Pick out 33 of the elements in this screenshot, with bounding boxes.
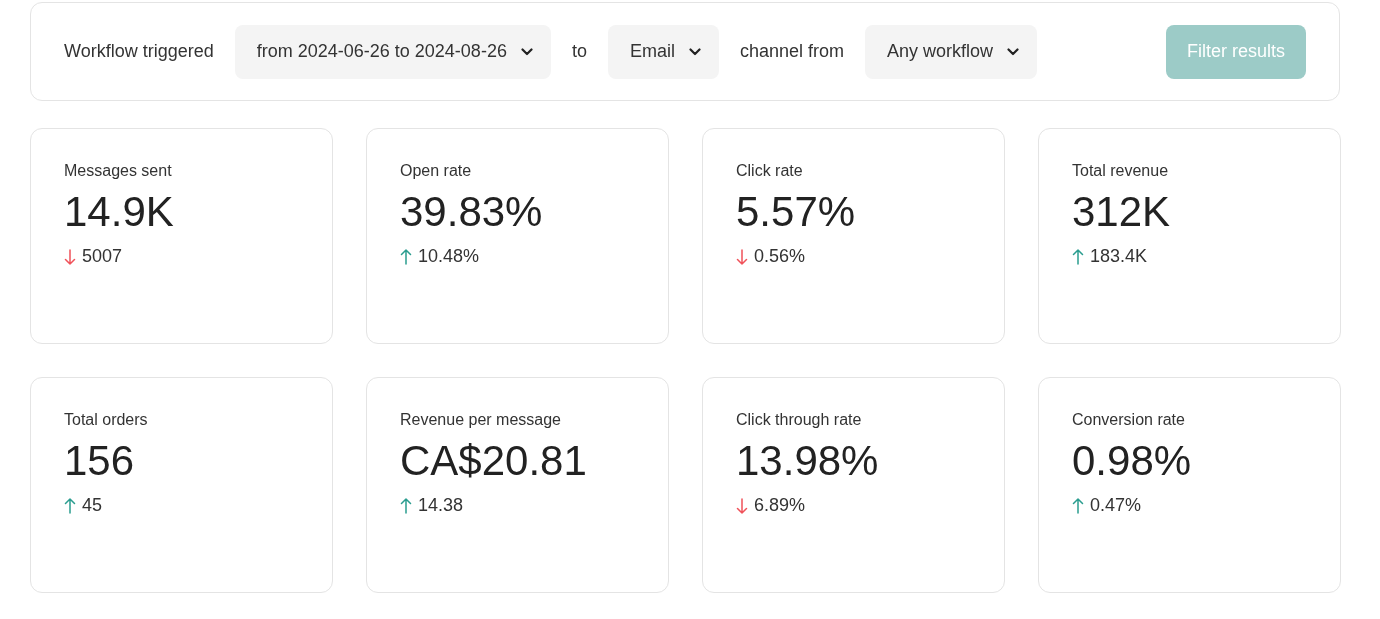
metric-change: 183.4K [1090,245,1148,268]
metric-change: 45 [82,494,103,517]
metric-value: 5.57% [736,187,856,237]
metric-label: Click rate [736,161,803,181]
chevron-down-icon [520,47,533,56]
metric-value: 312K [1072,187,1171,237]
metric-label: Revenue per message [400,410,561,430]
metric-value: CA$20.81 [400,436,587,486]
metric-change: 10.48% [418,245,480,268]
dropdown[interactable]: Any workflow [865,24,1038,79]
metric-change: 14.38 [418,494,464,517]
metric-value: 14.9K [64,187,174,237]
metric-label: Total orders [64,410,148,430]
chevron-down-icon [688,47,701,56]
filter-label: channel from [739,40,844,63]
dropdown[interactable]: Email [607,24,719,79]
metric-change: 0.56% [754,245,806,268]
metric-value: 13.98% [736,436,879,486]
filter-label: Workflow triggered [64,40,214,63]
metric-label: Total revenue [1072,161,1169,181]
metric-label: Open rate [400,161,472,181]
metric-change: 6.89% [754,494,806,517]
metric-label: Conversion rate [1072,410,1185,430]
metric-change: 5007 [82,245,123,268]
dropdown[interactable]: from 2024-06-26 to 2024-08-26 [234,24,551,79]
metric-value: 156 [64,436,135,486]
metric-value: 39.83% [400,187,543,237]
chevron-down-icon [1007,47,1020,56]
metric-label: Messages sent [64,161,172,181]
metric-value: 0.98% [1072,436,1192,486]
metric-change: 0.47% [1090,494,1142,517]
metric-label: Click through rate [736,410,862,430]
filter-label: to [571,40,587,63]
